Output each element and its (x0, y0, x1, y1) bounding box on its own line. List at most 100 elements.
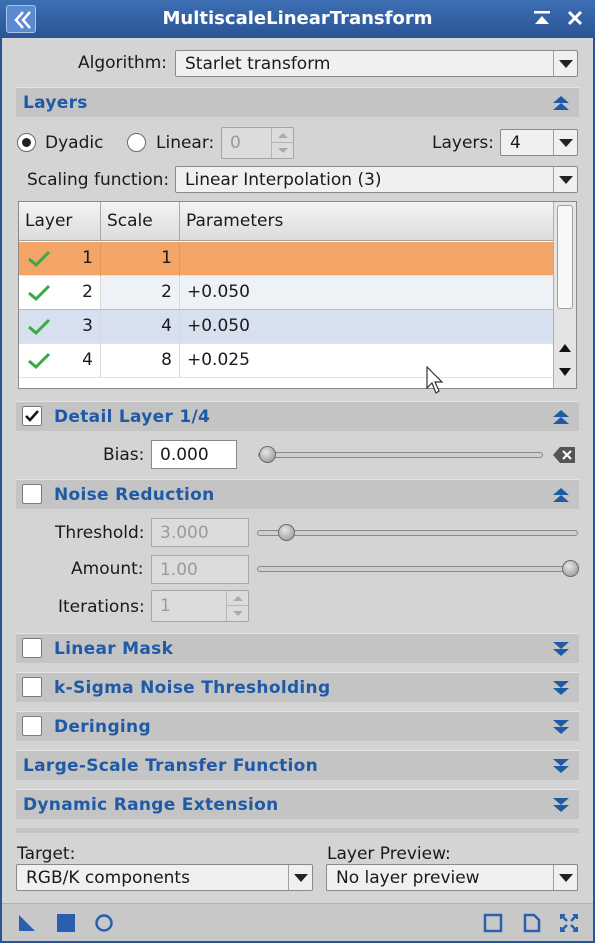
column-header-layer[interactable]: Layer (19, 202, 101, 241)
collapse-icon[interactable] (552, 487, 570, 503)
collapse-icon[interactable] (552, 409, 570, 425)
amount-label: Amount: (71, 559, 144, 579)
ksigma-checkbox[interactable] (22, 677, 42, 697)
params-cell: +0.025 (187, 350, 250, 370)
table-row-selected[interactable]: 1 1 (19, 242, 554, 276)
table-scrollbar[interactable] (553, 202, 576, 388)
scale-cell: 8 (101, 344, 180, 378)
layer-cell: 4 (19, 344, 101, 378)
threshold-slider[interactable] (257, 530, 578, 536)
chevron-down-icon (553, 865, 577, 890)
noise-reduction-section-header[interactable]: Noise Reduction (16, 479, 579, 509)
noise-reduction-title: Noise Reduction (54, 485, 215, 505)
process-toolbar (2, 903, 593, 941)
table-row-hover[interactable]: 3 4 +0.050 (19, 309, 555, 345)
scale-cell: 2 (101, 276, 180, 310)
chevron-down-icon (288, 865, 312, 890)
table-row[interactable]: 2 2 +0.050 (19, 276, 554, 310)
title-bar[interactable]: MultiscaleLinearTransform (0, 0, 595, 38)
linear-mask-title: Linear Mask (54, 639, 174, 659)
layers-section-header[interactable]: Layers (16, 87, 579, 117)
threshold-slider-knob[interactable] (278, 524, 295, 541)
reset-clear-icon[interactable] (552, 446, 576, 464)
checkmark-icon (25, 410, 39, 422)
apply-icon[interactable] (56, 913, 76, 933)
linear-mask-section-header[interactable]: Linear Mask (16, 633, 579, 663)
spin-up-icon[interactable] (271, 128, 293, 143)
params-cell (180, 242, 554, 276)
bias-slider-knob[interactable] (259, 446, 276, 463)
detail-layer-checkbox[interactable] (22, 406, 42, 426)
amount-slider-knob[interactable] (562, 560, 579, 577)
amount-input[interactable]: 1.00 (151, 555, 249, 584)
shade-icon[interactable] (531, 6, 553, 30)
separator (16, 828, 579, 833)
dyadic-radio[interactable] (17, 133, 36, 152)
dynamic-range-section-header[interactable]: Dynamic Range Extension (16, 789, 579, 819)
scroll-down-icon[interactable] (558, 366, 572, 378)
ksigma-section-header[interactable]: k-Sigma Noise Thresholding (16, 672, 579, 702)
scale-cell: 4 (101, 310, 180, 344)
detail-layer-section-header[interactable]: Detail Layer 1/4 (16, 401, 579, 431)
apply-global-icon[interactable] (94, 913, 114, 933)
scrollbar-thumb[interactable] (557, 205, 573, 309)
scaling-function-select[interactable]: Linear Interpolation (3) (175, 166, 578, 193)
bias-slider[interactable] (258, 452, 543, 458)
dyadic-label: Dyadic (45, 133, 104, 153)
enabled-check-icon[interactable] (27, 250, 51, 268)
column-header-parameters[interactable]: Parameters (180, 202, 554, 241)
expand-icon[interactable] (552, 797, 570, 813)
target-select[interactable]: RGB/K components (16, 864, 313, 891)
threshold-label: Threshold: (55, 523, 145, 543)
linear-label: Linear: (156, 133, 215, 153)
spin-up-icon[interactable] (226, 591, 248, 606)
browse-documentation-icon[interactable] (522, 913, 542, 933)
iterations-spinbox[interactable]: 1 (151, 590, 249, 622)
bias-value: 0.000 (160, 445, 209, 465)
ksigma-title: k-Sigma Noise Thresholding (54, 678, 331, 698)
linear-mask-checkbox[interactable] (22, 638, 42, 658)
layers-section-title: Layers (23, 93, 88, 113)
dynamic-range-title: Dynamic Range Extension (23, 795, 279, 815)
spin-down-icon[interactable] (271, 143, 293, 158)
expand-icon[interactable] (552, 641, 570, 657)
linear-radio[interactable] (127, 133, 146, 152)
close-icon[interactable] (564, 6, 586, 30)
amount-value: 1.00 (160, 560, 198, 580)
layers-count-select[interactable]: 4 (500, 129, 578, 156)
expand-icon[interactable] (552, 719, 570, 735)
amount-slider[interactable] (257, 566, 578, 572)
real-time-preview-icon[interactable] (483, 913, 503, 933)
linear-spinbox[interactable]: 0 (221, 127, 294, 159)
table-row[interactable]: 4 8 +0.025 (19, 344, 554, 378)
layer-preview-value: No layer preview (336, 868, 480, 888)
layer-cell: 3 (19, 310, 101, 344)
noise-reduction-checkbox[interactable] (22, 484, 42, 504)
bias-input[interactable]: 0.000 (151, 440, 237, 469)
deringing-checkbox[interactable] (22, 716, 42, 736)
chevron-down-icon (553, 167, 577, 192)
large-scale-section-header[interactable]: Large-Scale Transfer Function (16, 750, 579, 780)
enabled-check-icon[interactable] (27, 284, 51, 302)
threshold-input[interactable]: 3.000 (151, 518, 249, 547)
scroll-up-icon[interactable] (558, 342, 572, 354)
algorithm-label: Algorithm: (78, 53, 167, 73)
collapse-icon[interactable] (552, 95, 570, 111)
expand-icon[interactable] (552, 680, 570, 696)
iterations-label: Iterations: (58, 597, 145, 617)
reset-icon[interactable] (559, 913, 579, 933)
layer-cell: 2 (19, 276, 101, 310)
layer-preview-select[interactable]: No layer preview (326, 864, 578, 891)
layers-table[interactable]: Layer Scale Parameters 1 1 2 2 +0.050 3 … (18, 201, 577, 389)
algorithm-select[interactable]: Starlet transform (175, 50, 578, 77)
deringing-section-header[interactable]: Deringing (16, 711, 579, 741)
enabled-check-icon[interactable] (27, 318, 51, 336)
new-instance-icon[interactable] (17, 913, 37, 933)
enabled-check-icon[interactable] (27, 352, 51, 370)
scaling-function-value: Linear Interpolation (3) (185, 170, 382, 190)
expand-icon[interactable] (552, 758, 570, 774)
large-scale-title: Large-Scale Transfer Function (23, 756, 319, 776)
target-label: Target: (17, 844, 76, 864)
column-header-scale[interactable]: Scale (101, 202, 180, 241)
spin-down-icon[interactable] (226, 606, 248, 621)
